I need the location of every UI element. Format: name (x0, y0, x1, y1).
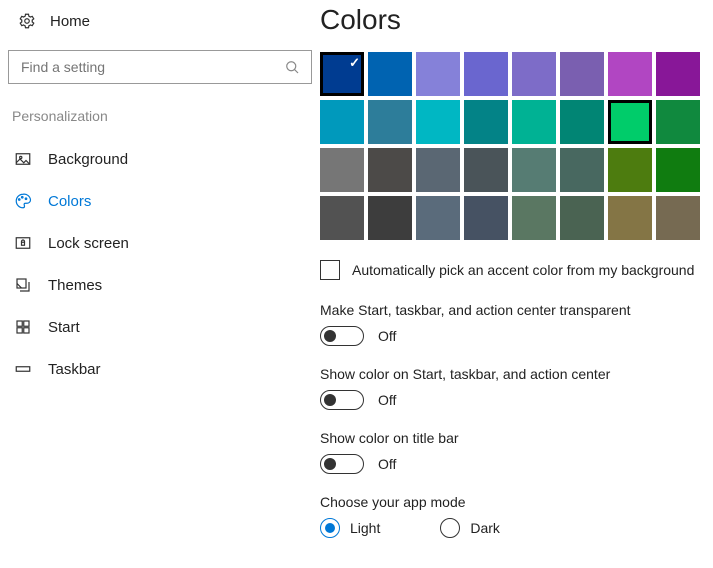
color-swatch[interactable] (608, 52, 652, 96)
search-icon (283, 58, 301, 76)
color-swatch[interactable] (656, 148, 700, 192)
toggle-state: Off (378, 392, 396, 408)
color-swatch[interactable] (416, 52, 460, 96)
app-mode-label: Choose your app mode (320, 494, 713, 510)
setting-show-color-start: Show color on Start, taskbar, and action… (320, 366, 713, 410)
color-swatch[interactable] (656, 196, 700, 240)
color-swatch[interactable] (560, 196, 604, 240)
radio-label: Dark (470, 520, 500, 536)
color-swatch[interactable] (368, 52, 412, 96)
toggle-state: Off (378, 328, 396, 344)
auto-pick-checkbox[interactable]: Automatically pick an accent color from … (320, 260, 713, 280)
lock-screen-icon (14, 234, 32, 252)
picture-icon (14, 150, 32, 168)
nav-label: Start (48, 319, 80, 336)
color-swatch[interactable] (608, 148, 652, 192)
toggle-show-color-start[interactable] (320, 390, 364, 410)
page-title: Colors (320, 4, 713, 36)
auto-pick-label: Automatically pick an accent color from … (352, 262, 694, 278)
main-panel: Colors ✓ Automatically pick an accent co… (320, 0, 713, 568)
color-swatch[interactable] (656, 100, 700, 144)
color-swatch[interactable] (512, 148, 556, 192)
search-input[interactable] (19, 58, 283, 76)
color-swatch[interactable] (512, 52, 556, 96)
nav-background[interactable]: Background (8, 138, 320, 180)
start-icon (14, 318, 32, 336)
sidebar: Home Personalization Background Colors (0, 0, 320, 568)
toggle-show-color-title[interactable] (320, 454, 364, 474)
radio-dark[interactable]: Dark (440, 518, 500, 538)
color-swatch[interactable] (320, 148, 364, 192)
taskbar-icon (14, 360, 32, 378)
color-swatch[interactable] (464, 100, 508, 144)
setting-label: Make Start, taskbar, and action center t… (320, 302, 713, 318)
nav-taskbar[interactable]: Taskbar (8, 348, 320, 390)
color-swatch[interactable]: ✓ (320, 52, 364, 96)
color-swatch[interactable] (560, 148, 604, 192)
color-swatch[interactable] (560, 52, 604, 96)
color-swatch[interactable] (464, 196, 508, 240)
color-swatch[interactable] (656, 52, 700, 96)
color-swatch[interactable] (368, 196, 412, 240)
nav-colors[interactable]: Colors (8, 180, 320, 222)
group-title: Personalization (12, 108, 320, 124)
color-swatch[interactable] (608, 196, 652, 240)
setting-label: Show color on Start, taskbar, and action… (320, 366, 713, 382)
nav-start[interactable]: Start (8, 306, 320, 348)
radio-icon (320, 518, 340, 538)
color-swatch[interactable] (512, 100, 556, 144)
color-swatch[interactable] (512, 196, 556, 240)
nav-themes[interactable]: Themes (8, 264, 320, 306)
radio-label: Light (350, 520, 380, 536)
nav-label: Taskbar (48, 361, 101, 378)
color-swatch[interactable] (416, 100, 460, 144)
color-swatch[interactable] (368, 148, 412, 192)
home-link[interactable]: Home (8, 8, 320, 34)
color-swatch[interactable] (320, 100, 364, 144)
setting-show-color-title: Show color on title bar Off (320, 430, 713, 474)
color-swatch[interactable] (608, 100, 652, 144)
nav-list: Background Colors Lock screen Themes Sta… (8, 138, 320, 390)
color-swatch[interactable] (464, 148, 508, 192)
nav-label: Themes (48, 277, 102, 294)
app-mode-radio-group: Light Dark (320, 518, 713, 538)
palette-icon (14, 192, 32, 210)
checkbox-icon (320, 260, 340, 280)
setting-label: Show color on title bar (320, 430, 713, 446)
radio-icon (440, 518, 460, 538)
color-swatch[interactable] (320, 196, 364, 240)
themes-icon (14, 276, 32, 294)
search-box[interactable] (8, 50, 312, 84)
color-swatch-grid: ✓ (320, 52, 713, 240)
nav-label: Background (48, 151, 128, 168)
gear-icon (18, 12, 36, 30)
toggle-transparent[interactable] (320, 326, 364, 346)
nav-lock-screen[interactable]: Lock screen (8, 222, 320, 264)
home-label: Home (50, 13, 90, 30)
color-swatch[interactable] (416, 148, 460, 192)
color-swatch[interactable] (464, 52, 508, 96)
toggle-state: Off (378, 456, 396, 472)
color-swatch[interactable] (368, 100, 412, 144)
nav-label: Colors (48, 193, 91, 210)
color-swatch[interactable] (560, 100, 604, 144)
setting-transparent: Make Start, taskbar, and action center t… (320, 302, 713, 346)
radio-light[interactable]: Light (320, 518, 380, 538)
check-icon: ✓ (349, 55, 360, 71)
color-swatch[interactable] (416, 196, 460, 240)
nav-label: Lock screen (48, 235, 129, 252)
